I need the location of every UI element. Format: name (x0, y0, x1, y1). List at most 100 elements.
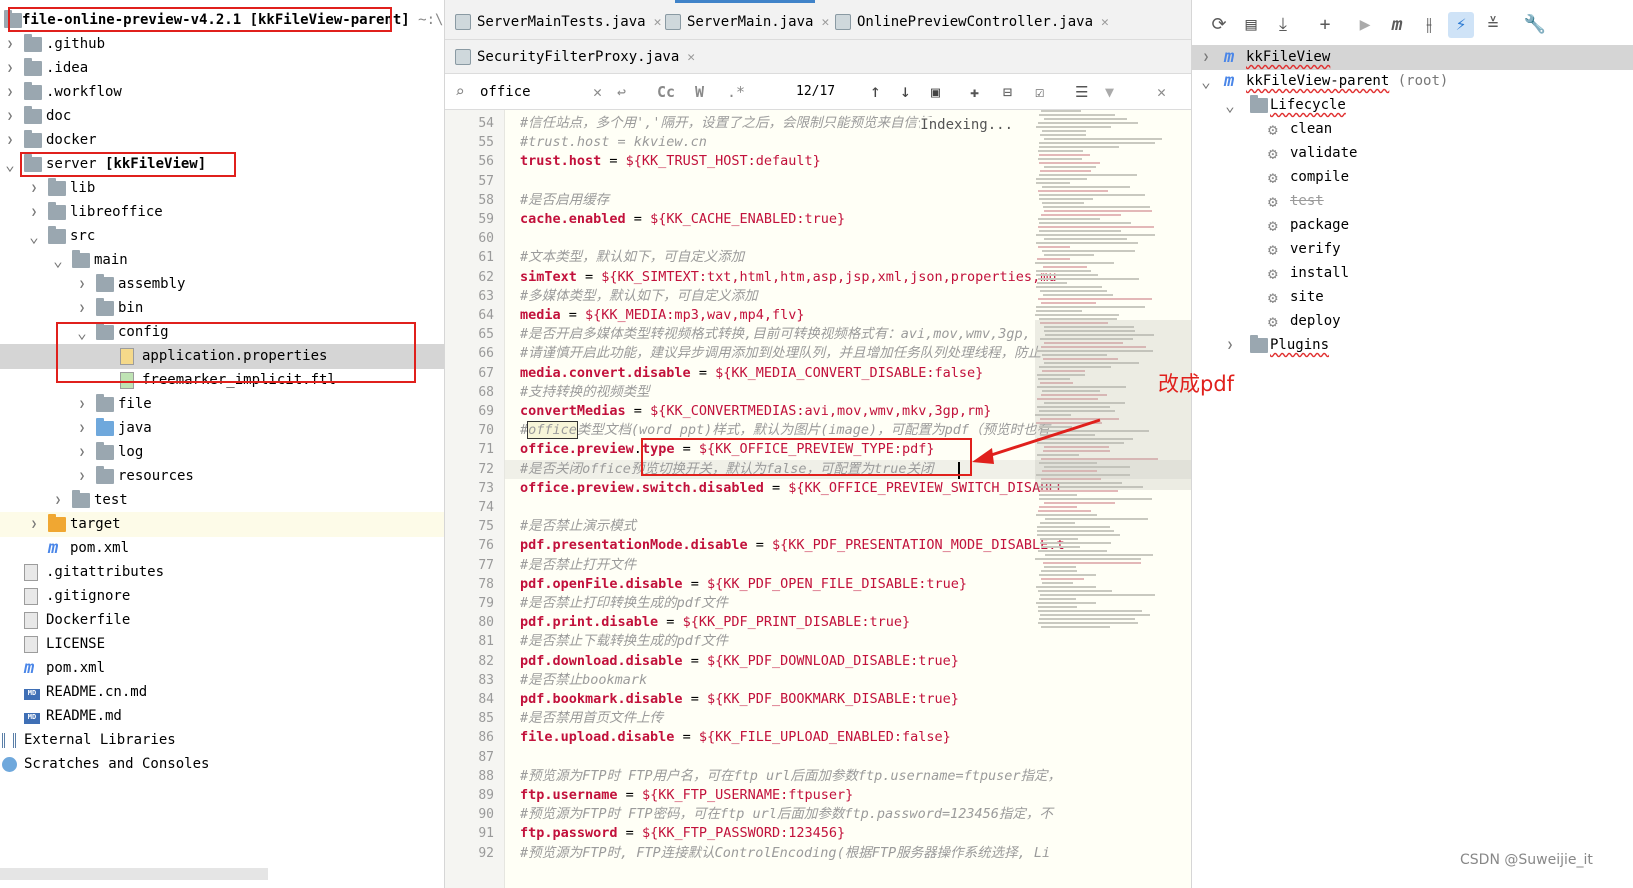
select-all-occurrences-icon[interactable]: ☑ (1035, 74, 1044, 110)
code-line[interactable]: pdf.print.disable = ${KK_PDF_PRINT_DISAB… (520, 613, 910, 633)
chevron-right-icon[interactable]: ❯ (4, 32, 16, 57)
code-line[interactable]: simText = ${KK_SIMTEXT:txt,html,htm,asp,… (520, 268, 1056, 288)
code-line[interactable]: #是否开启多媒体类型转视频格式转换,目前可转换视频格式有：avi,mov,wmv… (520, 325, 1031, 345)
previous-match-icon[interactable]: ↑ (870, 74, 881, 110)
maven-item-kkfileview-parent[interactable]: ⌄ m kkFileView-parent (root) (1192, 69, 1633, 94)
clear-search-icon[interactable]: ✕ (593, 74, 602, 110)
maven-item-verify[interactable]: ⚙ verify (1192, 237, 1633, 262)
code-line[interactable]: #支持转换的视频类型 (520, 383, 650, 403)
code-line[interactable]: #是否禁止打印转换生成的pdf文件 (520, 594, 728, 614)
chevron-right-icon[interactable]: ❯ (4, 80, 16, 105)
collapse-all-icon[interactable]: ≚ (1480, 12, 1506, 38)
new-line-icon[interactable]: ↩ (617, 74, 626, 110)
tree-item-resources[interactable]: ❯ resources (0, 464, 444, 489)
chevron-down-icon[interactable]: ⌄ (4, 152, 16, 177)
chevron-down-icon[interactable]: ⌄ (52, 248, 64, 273)
tab-servermain[interactable]: ServerMain.java ✕ (655, 6, 829, 38)
add-icon[interactable]: + (1312, 12, 1338, 38)
tree-item-file[interactable]: ❯ file (0, 392, 444, 417)
maven-goal-icon[interactable]: m (1384, 12, 1410, 38)
tree-item-gitattributes[interactable]: .gitattributes (0, 560, 444, 585)
close-icon[interactable]: ✕ (1101, 15, 1109, 30)
tab-onlinepreviewcontroller[interactable]: OnlinePreviewController.java ✕ (825, 6, 1109, 38)
open-in-window-icon[interactable]: ▣ (931, 74, 940, 110)
chevron-right-icon[interactable]: ❯ (76, 464, 88, 489)
tree-item-external-libraries[interactable]: External Libraries (0, 728, 444, 753)
chevron-right-icon[interactable]: ❯ (76, 416, 88, 441)
next-match-icon[interactable]: ↓ (900, 74, 911, 110)
chevron-right-icon[interactable]: ❯ (28, 200, 40, 225)
code-line[interactable]: cache.enabled = ${KK_CACHE_ENABLED:true} (520, 210, 845, 230)
tree-item-doc[interactable]: ❯ doc (0, 104, 444, 129)
tree-item-pom-xml[interactable]: m pom.xml (0, 536, 444, 561)
code-line[interactable]: #是否禁止bookmark (520, 671, 647, 691)
tree-item-libreoffice[interactable]: ❯ libreoffice (0, 200, 444, 225)
chevron-right-icon[interactable]: ❯ (52, 488, 64, 513)
tree-item-assembly[interactable]: ❯ assembly (0, 272, 444, 297)
download-icon[interactable]: ⤓ (1270, 12, 1296, 38)
toggle-skip-tests-icon[interactable]: ⫲ (1416, 12, 1442, 38)
tree-item-readme[interactable]: MD README.md (0, 704, 444, 729)
tree-item-java[interactable]: ❯ java (0, 416, 444, 441)
tree-item-readme-cn[interactable]: MD README.cn.md (0, 680, 444, 705)
tree-item-main[interactable]: ⌄ main (0, 248, 444, 273)
code-line[interactable]: #预览源为FTP时 FTP用户名，可在ftp url后面加参数ftp.usern… (520, 767, 1061, 787)
code-line[interactable]: #是否禁止打开文件 (520, 556, 636, 576)
code-line[interactable]: ftp.password = ${KK_FTP_PASSWORD:123456} (520, 824, 845, 844)
refresh-icon[interactable]: ⟳ (1206, 12, 1232, 38)
code-line[interactable]: pdf.presentationMode.disable = ${KK_PDF_… (520, 536, 1065, 556)
tree-item-log[interactable]: ❯ log (0, 440, 444, 465)
close-icon[interactable]: ✕ (687, 50, 695, 65)
close-find-icon[interactable]: ✕ (1157, 74, 1166, 110)
chevron-right-icon[interactable]: ❯ (4, 104, 16, 129)
tree-item-src[interactable]: ⌄ src (0, 224, 444, 249)
search-icon[interactable]: ⌕ (455, 74, 465, 110)
filter-search-results-icon[interactable]: ☰ (1075, 74, 1088, 110)
regex-toggle[interactable]: .* (727, 74, 745, 110)
code-line[interactable]: #是否启用缓存 (520, 191, 609, 211)
chevron-down-icon[interactable]: ⌄ (28, 224, 40, 249)
maven-item-plugins[interactable]: ❯ Plugins (1192, 333, 1633, 358)
tree-item-dockerfile[interactable]: Dockerfile (0, 608, 444, 633)
maven-item-test[interactable]: ⚙ test (1192, 189, 1633, 214)
chevron-right-icon[interactable]: ❯ (1224, 333, 1236, 358)
maven-item-package[interactable]: ⚙ package (1192, 213, 1633, 238)
offline-mode-icon[interactable]: ⚡ (1448, 12, 1474, 38)
tree-horizontal-scrollbar[interactable] (0, 868, 268, 880)
code-line[interactable]: media.convert.disable = ${KK_MEDIA_CONVE… (520, 364, 983, 384)
match-case-toggle[interactable]: Cc (657, 74, 675, 110)
remove-occurrence-icon[interactable]: ⊟ (1003, 74, 1012, 110)
tree-item-github[interactable]: ❯ .github (0, 32, 444, 57)
settings-icon[interactable]: 🔧 (1522, 12, 1548, 38)
maven-item-site[interactable]: ⚙ site (1192, 285, 1633, 310)
code-line[interactable]: file.upload.disable = ${KK_FILE_UPLOAD_E… (520, 728, 951, 748)
code-line[interactable]: convertMedias = ${KK_CONVERTMEDIAS:avi,m… (520, 402, 991, 422)
code-line[interactable]: #是否禁止演示模式 (520, 517, 636, 537)
whole-words-toggle[interactable]: W (695, 74, 704, 110)
code-line[interactable]: media = ${KK_MEDIA:mp3,wav,mp4,flv} (520, 306, 804, 326)
maven-item-deploy[interactable]: ⚙ deploy (1192, 309, 1633, 334)
code-line[interactable]: ftp.username = ${KK_FTP_USERNAME:ftpuser… (520, 786, 853, 806)
chevron-right-icon[interactable]: ❯ (76, 392, 88, 417)
chevron-right-icon[interactable]: ❯ (76, 272, 88, 297)
code-line[interactable]: #是否禁止下载转换生成的pdf文件 (520, 632, 728, 652)
chevron-right-icon[interactable]: ❯ (76, 296, 88, 321)
filter-icon[interactable]: ▼ (1105, 74, 1114, 110)
tree-item-test[interactable]: ❯ test (0, 488, 444, 513)
tree-item-docker[interactable]: ❯ docker (0, 128, 444, 153)
tab-servermaintests[interactable]: ServerMainTests.java ✕ (445, 6, 661, 38)
chevron-down-icon[interactable]: ⌄ (1200, 69, 1212, 94)
tree-item-target[interactable]: ❯ target (0, 512, 444, 537)
code-line[interactable]: trust.host = ${KK_TRUST_HOST:default} (520, 152, 821, 172)
tree-item-idea[interactable]: ❯ .idea (0, 56, 444, 81)
tree-item-lib[interactable]: ❯ lib (0, 176, 444, 201)
code-line[interactable]: #预览源为FTP时, FTP连接默认ControlEncoding(根据FTP服… (520, 844, 1050, 864)
tree-item-scratches[interactable]: Scratches and Consoles (0, 752, 444, 777)
maven-item-compile[interactable]: ⚙ compile (1192, 165, 1633, 190)
code-line[interactable]: #请谨慎开启此功能，建议异步调用添加到处理队列，并且增加任务队列处理线程，防止 (520, 344, 1041, 364)
add-occurrence-icon[interactable]: ✚ (970, 74, 979, 110)
tree-item-bin[interactable]: ❯ bin (0, 296, 444, 321)
code-line[interactable]: #文本类型，默认如下，可自定义添加 (520, 248, 744, 268)
chevron-right-icon[interactable]: ❯ (4, 128, 16, 153)
code-line[interactable]: #多媒体类型，默认如下，可自定义添加 (520, 287, 758, 307)
